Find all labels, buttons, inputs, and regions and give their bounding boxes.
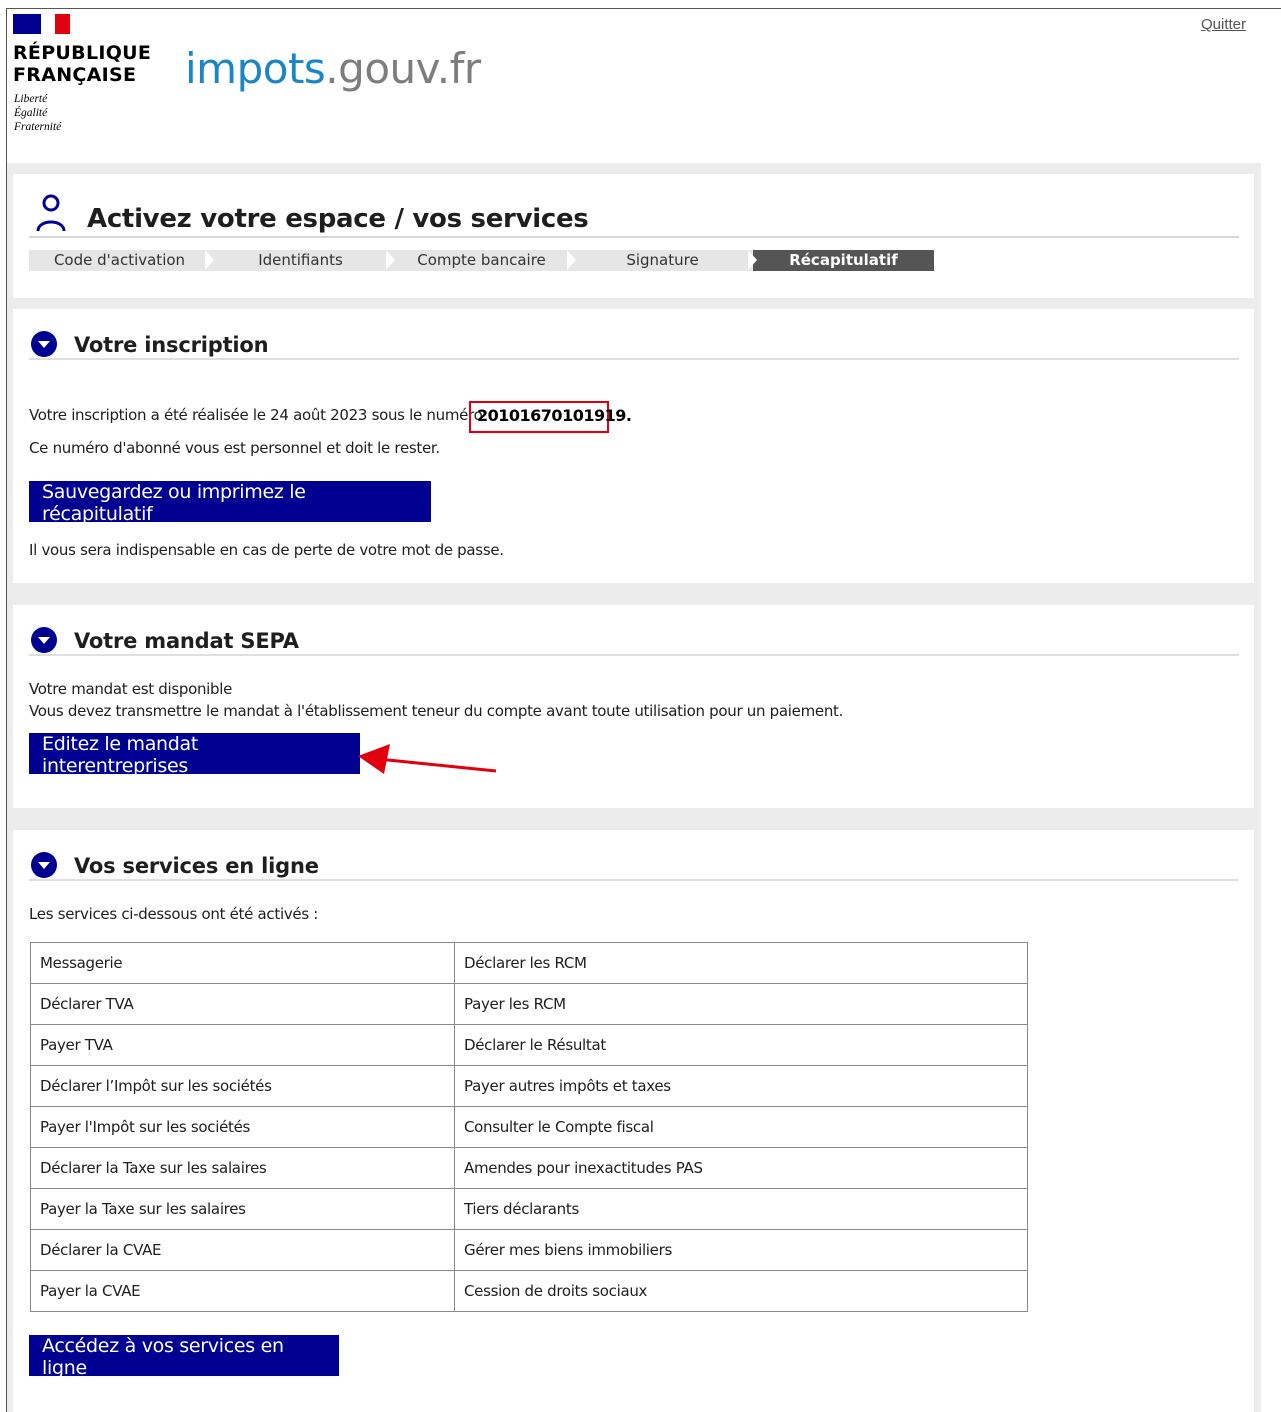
table-row: Payer la CVAE Cession de droits sociaux — [30, 1270, 1028, 1312]
service-cell: Déclarer TVA — [30, 983, 455, 1025]
red-arrow-annotation — [358, 744, 497, 774]
services-section: Vos services en ligne Les services ci-de… — [13, 830, 1254, 1412]
chevron-down-circle-icon[interactable] — [31, 627, 57, 653]
step-signature: Signature — [572, 250, 753, 271]
table-row: Déclarer TVA Payer les RCM — [30, 983, 1028, 1025]
brand-impots: impots — [185, 44, 326, 93]
table-row: Payer l'Impôt sur les sociétés Consulter… — [30, 1106, 1028, 1148]
service-cell: Déclarer la CVAE — [30, 1229, 455, 1271]
service-cell: Déclarer les RCM — [454, 942, 1028, 984]
republique-francaise-logo: RÉPUBLIQUE FRANÇAISE — [13, 42, 163, 86]
table-row: Déclarer l’Impôt sur les sociétés Payer … — [30, 1065, 1028, 1107]
republic-motto: Liberté Égalité Fraternité — [14, 92, 94, 134]
table-row: Payer la Taxe sur les salaires Tiers déc… — [30, 1188, 1028, 1230]
inscription-date-text: Votre inscription a été réalisée le 24 a… — [29, 406, 483, 424]
services-table: Messagerie Déclarer les RCM Déclarer TVA… — [30, 942, 1028, 1312]
mandat-available-text: Votre mandat est disponible — [29, 680, 233, 698]
service-cell: Tiers déclarants — [454, 1188, 1028, 1230]
motto-liberte: Liberté — [14, 93, 48, 105]
title-divider — [29, 236, 1239, 238]
save-print-summary-button[interactable]: Sauvegardez ou imprimez le récapitulatif — [29, 481, 431, 525]
rf-name-line1: RÉPUBLIQUE — [13, 42, 152, 64]
quit-link[interactable]: Quitter — [1201, 16, 1246, 33]
password-loss-note: Il vous sera indispensable en cas de per… — [29, 541, 504, 559]
service-cell: Payer autres impôts et taxes — [454, 1065, 1028, 1107]
step-separator — [748, 250, 757, 270]
brand-dot: . — [325, 44, 339, 93]
french-flag-logo — [13, 14, 70, 34]
inscription-personal-note: Ce numéro d'abonné vous est personnel et… — [29, 439, 440, 457]
access-online-services-button[interactable]: Accédez à vos services en ligne — [29, 1335, 339, 1379]
service-cell: Déclarer le Résultat — [454, 1024, 1028, 1066]
chevron-down-circle-icon[interactable] — [31, 852, 57, 878]
section-divider — [29, 358, 1239, 360]
step-code-activation: Code d'activation — [29, 250, 210, 271]
subscriber-number: 20101670101919. — [469, 401, 632, 433]
mandat-instruction-text: Vous devez transmettre le mandat à l'éta… — [29, 702, 844, 720]
service-cell: Cession de droits sociaux — [454, 1270, 1028, 1312]
step-compte-bancaire: Compte bancaire — [391, 250, 572, 271]
step-separator — [386, 250, 395, 270]
step-separator — [567, 250, 576, 270]
activation-header-card: Activez votre espace / vos services Code… — [13, 174, 1254, 298]
service-cell: Gérer mes biens immobiliers — [454, 1229, 1028, 1271]
edit-mandate-button[interactable]: Editez le mandat interentreprises — [29, 733, 360, 777]
section-divider — [29, 879, 1239, 881]
motto-fraternite: Fraternité — [14, 121, 62, 133]
service-cell: Payer TVA — [30, 1024, 455, 1066]
service-cell: Déclarer la Taxe sur les salaires — [30, 1147, 455, 1189]
chevron-down-circle-icon[interactable] — [31, 331, 57, 357]
motto-egalite: Égalité — [14, 107, 48, 119]
table-row: Déclarer la CVAE Gérer mes biens immobil… — [30, 1229, 1028, 1271]
service-cell: Consulter le Compte fiscal — [454, 1106, 1028, 1148]
services-title: Vos services en ligne — [74, 854, 319, 878]
brand-gouv: gouv — [338, 44, 437, 93]
service-cell: Amendes pour inexactitudes PAS — [454, 1147, 1028, 1189]
user-icon — [36, 194, 66, 232]
service-cell: Payer les RCM — [454, 983, 1028, 1025]
mandat-title: Votre mandat SEPA — [74, 629, 299, 653]
table-row: Déclarer la Taxe sur les salaires Amende… — [30, 1147, 1028, 1189]
service-cell: Déclarer l’Impôt sur les sociétés — [30, 1065, 455, 1107]
table-row: Messagerie Déclarer les RCM — [30, 942, 1028, 984]
step-identifiants: Identifiants — [210, 250, 391, 271]
step-recapitulatif: Récapitulatif — [753, 250, 934, 271]
brand-fr: .fr — [436, 44, 481, 93]
inscription-section: Votre inscription Votre inscription a ét… — [13, 309, 1254, 583]
service-cell: Payer la Taxe sur les salaires — [30, 1188, 455, 1230]
page-title: Activez votre espace / vos services — [87, 204, 589, 234]
service-cell: Messagerie — [30, 942, 455, 984]
table-row: Payer TVA Déclarer le Résultat — [30, 1024, 1028, 1066]
services-intro: Les services ci-dessous ont été activés … — [29, 905, 319, 923]
mandat-sepa-section: Votre mandat SEPA Votre mandat est dispo… — [13, 605, 1254, 808]
impots-gouv-logo[interactable]: impots.gouv.fr — [185, 44, 481, 94]
rf-name-line2: FRANÇAISE — [13, 64, 137, 86]
step-separator — [205, 250, 214, 270]
section-divider — [29, 654, 1239, 656]
service-cell: Payer l'Impôt sur les sociétés — [30, 1106, 455, 1148]
service-cell: Payer la CVAE — [30, 1270, 455, 1312]
inscription-title: Votre inscription — [74, 333, 269, 357]
progress-stepper: Code d'activation Identifiants Compte ba… — [29, 250, 934, 271]
